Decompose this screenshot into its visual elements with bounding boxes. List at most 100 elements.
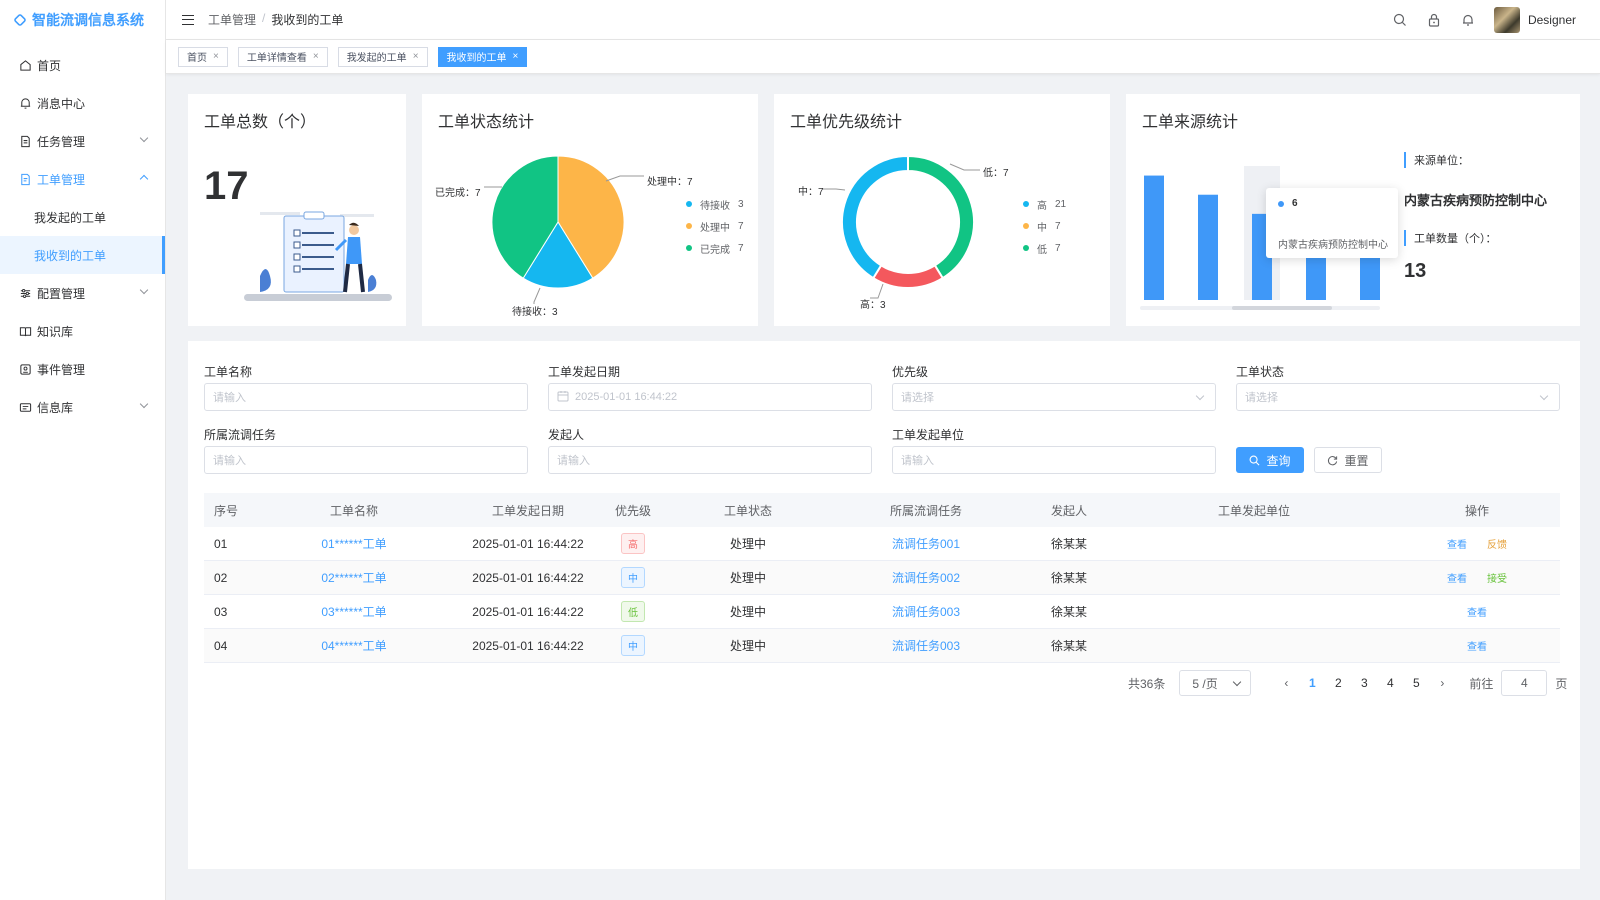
task-input[interactable]: 请输入 [204, 446, 528, 474]
pie-label: 高：3 [860, 300, 886, 311]
avatar[interactable] [1493, 7, 1520, 33]
donut-label-line [822, 188, 846, 191]
legend-item[interactable]: 已完成 7 [686, 237, 744, 259]
tab-workorder-detail[interactable]: 工单详情查看 × [237, 46, 328, 67]
pie-label: 待接收：3 [512, 307, 558, 318]
sidebar-item-config[interactable]: 配置管理 [0, 274, 165, 312]
donut-slice-2[interactable] [841, 154, 909, 280]
document-icon [18, 134, 32, 148]
page-size-select[interactable]: 5 /页 [1179, 670, 1252, 696]
legend-item[interactable]: 处理中 7 [686, 215, 744, 237]
app-logo[interactable]: 智能流调信息系统 [0, 0, 165, 40]
sidebar-subitem-initiated[interactable]: 我发起的工单 [0, 198, 165, 236]
sidebar-item-events[interactable]: 事件管理 [0, 350, 165, 388]
sidebar-item-label: 配置管理 [37, 286, 86, 301]
pie-label-line [533, 287, 541, 304]
username[interactable]: Designer [1528, 13, 1576, 27]
bell-icon [18, 96, 32, 110]
legend-item[interactable]: 待接收 3 [686, 193, 744, 215]
page-number[interactable]: 3 [1351, 676, 1377, 690]
workorder-table: 序号 工单名称 工单发起日期 优先级 工单状态 所属流调任务 发起人 工单发起单… [204, 493, 1560, 663]
search-icon [1250, 455, 1260, 465]
cell-name-link[interactable]: 02******工单 [250, 569, 458, 586]
sidebar-item-knowledge[interactable]: 知识库 [0, 312, 165, 350]
breadcrumb-item[interactable]: 工单管理 [208, 11, 256, 28]
view-button[interactable]: 查看 [1447, 540, 1467, 551]
sidebar: 智能流调信息系统 首页 消息中心 任务管理 工单管理 我发起的工单 我收到的工单… [0, 0, 166, 900]
cell-name-link[interactable]: 04******工单 [250, 637, 458, 654]
query-button[interactable]: 查询 [1236, 447, 1304, 473]
tab-initiated[interactable]: 我发起的工单 × [337, 46, 428, 67]
priority-select[interactable]: 请选择 [892, 383, 1216, 411]
header-cell: 操作 [1464, 503, 1489, 518]
goto-page-input[interactable]: 4 [1501, 670, 1548, 696]
status-select[interactable]: 请选择 [1236, 383, 1560, 411]
prev-page-icon[interactable]: ‹ [1273, 676, 1299, 690]
breadcrumb: 工单管理 / 我收到的工单 [208, 11, 343, 28]
close-icon[interactable]: × [213, 51, 219, 62]
legend-item[interactable]: 低7 [1023, 237, 1066, 259]
unit-input[interactable]: 请输入 [892, 446, 1216, 474]
date-picker[interactable]: 2025-01-01 16:44:22 [548, 383, 872, 411]
bell-icon[interactable] [1460, 12, 1476, 28]
legend-dot [1023, 223, 1029, 229]
total-count: 17 [204, 164, 249, 208]
sidebar-item-messages[interactable]: 消息中心 [0, 84, 165, 122]
view-button[interactable]: 查看 [1467, 642, 1487, 653]
sidebar-item-tasks[interactable]: 任务管理 [0, 122, 165, 160]
initiator-input[interactable]: 请输入 [548, 446, 872, 474]
sidebar-item-label: 工单管理 [37, 172, 86, 187]
view-button[interactable]: 查看 [1467, 608, 1487, 619]
view-button[interactable]: 查看 [1447, 574, 1467, 585]
tab-home[interactable]: 首页 × [178, 46, 228, 67]
header-cell: 所属流调任务 [889, 503, 962, 518]
page-number[interactable]: 5 [1403, 676, 1429, 690]
card-priority: 工单优先级统计 低：7 中：7 高：3 高 21 中7 低7 [774, 94, 1110, 326]
next-page-icon[interactable]: › [1429, 676, 1455, 690]
page-number[interactable]: 1 [1299, 676, 1325, 690]
page-size-value: 5 /页 [1192, 676, 1218, 691]
donut-slice-1[interactable] [871, 263, 945, 289]
cell-task-link[interactable]: 流调任务003 [828, 637, 1024, 654]
chart-scroll-thumb[interactable] [1232, 306, 1332, 310]
donut-slice-0[interactable] [907, 154, 975, 280]
lock-icon[interactable] [1426, 12, 1442, 28]
sidebar-item-workorders[interactable]: 工单管理 [0, 160, 165, 198]
cell-date: 2025-01-01 16:44:22 [472, 570, 584, 585]
close-icon[interactable]: × [313, 51, 319, 62]
close-icon[interactable]: × [413, 51, 419, 62]
chevron-up-icon [139, 174, 149, 184]
menu-toggle-icon[interactable] [182, 14, 194, 25]
cell-status: 处理中 [729, 537, 766, 551]
sidebar-item-infobase[interactable]: 信息库 [0, 388, 165, 426]
cell-name-link[interactable]: 03******工单 [250, 603, 458, 620]
bar-1[interactable] [1198, 194, 1218, 300]
reset-button[interactable]: 重置 [1314, 447, 1382, 473]
sliders-icon [18, 286, 32, 300]
tags-view: 首页 × 工单详情查看 × 我发起的工单 × 我收到的工单 × [166, 40, 1600, 74]
name-input[interactable]: 请输入 [204, 383, 528, 411]
page-number[interactable]: 4 [1377, 676, 1403, 690]
close-icon[interactable]: × [513, 51, 519, 62]
sidebar-subitem-received[interactable]: 我收到的工单 [0, 236, 165, 274]
header-cell: 序号 [214, 503, 239, 518]
cell-task-link[interactable]: 流调任务001 [828, 535, 1024, 552]
pagination: 共36条 5 /页 ‹ 1 2 3 4 5 › 前往 4 页 [1128, 669, 1567, 697]
page-number[interactable]: 2 [1325, 676, 1351, 690]
pie-label-line [605, 175, 644, 182]
legend-item[interactable]: 中7 [1023, 215, 1066, 237]
cell-name-link[interactable]: 01******工单 [250, 535, 458, 552]
bar-0[interactable] [1144, 175, 1164, 300]
feedback-button[interactable]: 反馈 [1487, 540, 1507, 551]
chevron-down-icon [139, 285, 149, 295]
cell-task-link[interactable]: 流调任务002 [828, 569, 1024, 586]
accept-button[interactable]: 接受 [1487, 574, 1507, 585]
tab-received[interactable]: 我收到的工单 × [437, 46, 528, 67]
legend-item[interactable]: 高 21 [1023, 193, 1066, 215]
legend-value: 3 [738, 198, 744, 210]
cell-task-link[interactable]: 流调任务003 [828, 603, 1024, 620]
query-label: 查询 [1266, 453, 1291, 468]
sidebar-item-home[interactable]: 首页 [0, 46, 165, 84]
search-icon[interactable] [1392, 12, 1408, 28]
status-placeholder: 请选择 [1245, 392, 1278, 404]
